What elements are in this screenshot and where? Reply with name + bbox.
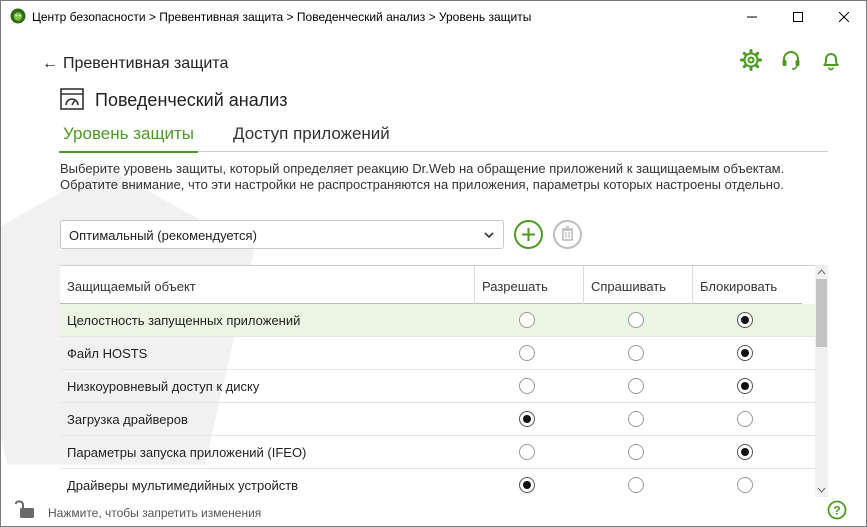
table-row[interactable]: Параметры запуска приложений (IFEO) [60,436,816,469]
lock-settings-text[interactable]: Нажмите, чтобы запретить изменения [48,506,261,520]
bell-icon[interactable] [820,49,842,71]
tab-application-access[interactable]: Доступ приложений [229,124,394,150]
help-icon[interactable]: ? [827,500,847,520]
plus-icon [522,228,535,241]
title-bar: Центр безопасности > Превентивная защита… [1,1,866,32]
row-label: Загрузка драйверов [67,412,188,427]
protection-profile-select[interactable]: Оптимальный (рекомендуется) [60,220,504,249]
row-label: Низкоуровневый доступ к диску [67,379,260,394]
table-row[interactable]: Загрузка драйверов [60,403,816,436]
drweb-spider-icon [10,8,26,24]
chevron-down-icon [484,232,494,239]
svg-text:?: ? [833,504,840,518]
description-text: Выберите уровень защиты, который определ… [60,161,785,192]
allow-radio[interactable] [519,312,535,328]
row-label: Целостность запущенных приложений [67,313,301,328]
block-radio[interactable] [737,378,753,394]
column-header-ask: Спрашивать [583,266,692,304]
protected-objects-table: Защищаемый объект Разрешать Спрашивать Б… [60,265,828,497]
allow-radio[interactable] [519,411,535,427]
block-radio[interactable] [737,411,753,427]
tab-protection-level[interactable]: Уровень защиты [59,124,198,153]
behavior-analysis-icon [60,88,84,110]
ask-radio[interactable] [628,378,644,394]
row-label: Параметры запуска приложений (IFEO) [67,445,307,460]
allow-radio[interactable] [519,444,535,460]
close-button[interactable] [821,1,866,32]
scroll-down-icon[interactable] [815,483,828,497]
table-row[interactable]: Целостность запущенных приложений [60,304,816,337]
allow-radio[interactable] [519,378,535,394]
headset-support-icon[interactable] [780,49,802,71]
back-link[interactable]: ← Превентивная защита [42,55,228,73]
gear-icon[interactable] [740,49,762,71]
ask-radio[interactable] [628,312,644,328]
app-window: Центр безопасности > Превентивная защита… [0,0,867,527]
unlocked-padlock-icon[interactable] [15,497,37,519]
allow-radio[interactable] [519,345,535,361]
trash-icon [562,226,573,241]
ask-radio[interactable] [628,477,644,493]
row-label: Файл HOSTS [67,346,148,361]
table-row[interactable]: Драйверы мультимедийных устройств [60,469,816,497]
column-header-allow: Разрешать [474,266,583,304]
table-row[interactable]: Файл HOSTS [60,337,816,370]
table-scrollbar[interactable] [815,265,828,497]
block-radio[interactable] [737,444,753,460]
scrollbar-thumb[interactable] [816,279,827,347]
scroll-up-icon[interactable] [815,265,828,279]
window-title: Центр безопасности > Превентивная защита… [32,10,532,24]
minimize-icon [747,16,757,17]
table-header: Защищаемый объект Разрешать Спрашивать Б… [60,266,802,304]
tab-bar: Уровень защиты Доступ приложений [59,122,828,153]
add-profile-button[interactable] [514,220,543,249]
block-radio[interactable] [737,345,753,361]
block-radio[interactable] [737,477,753,493]
close-icon [839,11,849,22]
delete-profile-button[interactable] [553,220,582,249]
ask-radio[interactable] [628,411,644,427]
minimize-button[interactable] [729,1,775,32]
maximize-icon [793,11,803,22]
column-header-object: Защищаемый объект [67,279,196,294]
block-radio[interactable] [737,312,753,328]
maximize-button[interactable] [775,1,821,32]
allow-radio[interactable] [519,477,535,493]
ask-radio[interactable] [628,444,644,460]
section-title: Поведенческий анализ [95,90,288,110]
table-row[interactable]: Низкоуровневый доступ к диску [60,370,816,403]
back-link-label: Превентивная защита [63,55,229,72]
ask-radio[interactable] [628,345,644,361]
protection-profile-value: Оптимальный (рекомендуется) [69,228,257,243]
back-arrow-icon: ← [42,55,58,72]
column-header-block: Блокировать [692,266,802,304]
row-label: Драйверы мультимедийных устройств [67,478,299,493]
